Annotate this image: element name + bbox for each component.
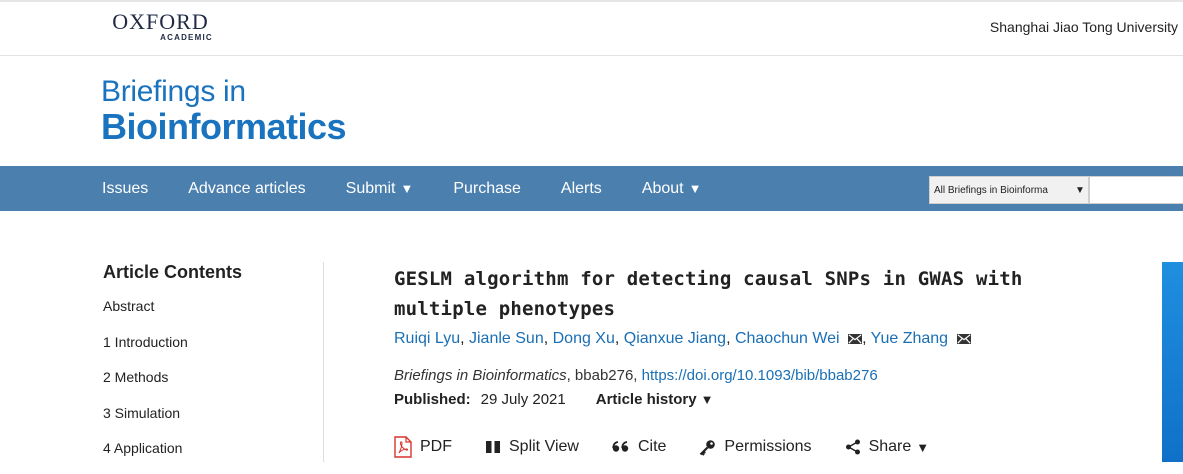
- split-view-button[interactable]: Split View: [485, 438, 579, 456]
- publisher-name: OXFORD: [112, 9, 209, 34]
- nav-items: Issues Advance articles Submit ▼ Purchas…: [102, 166, 742, 211]
- top-border: [0, 0, 1183, 2]
- pdf-button[interactable]: PDF: [394, 436, 452, 458]
- published-row: Published: 29 July 2021 Article history …: [394, 390, 1094, 410]
- split-view-icon: [486, 441, 500, 453]
- sidebar-heading: Article Contents: [103, 262, 243, 282]
- permissions-button[interactable]: Permissions: [699, 438, 812, 456]
- author-link[interactable]: Ruiqi Lyu: [394, 330, 460, 347]
- author-separator: ,: [543, 330, 553, 347]
- sidebar-divider: [323, 262, 324, 462]
- share-icon: [845, 439, 860, 455]
- article-tools: PDF Split View Cite Permissions Share ▼: [394, 436, 1094, 458]
- caret-down-icon: ▼: [400, 181, 414, 196]
- split-view-label: Split View: [509, 438, 579, 455]
- nav-item-label: Purchase: [453, 179, 521, 197]
- quote-icon: [612, 441, 629, 452]
- search-scope-select[interactable]: All Briefings in Bioinforma ▼: [929, 176, 1089, 204]
- article-header: GESLM algorithm for detecting causal SNP…: [394, 264, 1094, 458]
- share-button[interactable]: Share ▼: [845, 438, 930, 456]
- nav-item-advance-articles[interactable]: Advance articles: [188, 180, 305, 198]
- citation-article-id: , bbab276,: [566, 367, 642, 384]
- sidebar-item-application[interactable]: 4 Application: [103, 438, 323, 474]
- permissions-label: Permissions: [724, 438, 812, 455]
- cite-button[interactable]: Cite: [612, 438, 666, 456]
- nav-item-about[interactable]: About ▼: [642, 180, 702, 198]
- published-label: Published:: [394, 391, 471, 408]
- author-separator: ,: [726, 330, 735, 347]
- nav-item-alerts[interactable]: Alerts: [561, 180, 602, 198]
- search-scope-value: All Briefings in Bioinforma: [934, 184, 1048, 196]
- author-separator: ,: [862, 330, 871, 347]
- envelope-icon[interactable]: [848, 334, 863, 344]
- pdf-label: PDF: [420, 438, 452, 455]
- envelope-icon[interactable]: [956, 334, 971, 344]
- right-sidebar-ad-edge[interactable]: [1162, 262, 1183, 462]
- nav-item-label: Submit: [345, 179, 396, 197]
- search-input[interactable]: [1089, 176, 1183, 204]
- author-separator: ,: [614, 330, 624, 347]
- nav-item-label: Alerts: [560, 179, 602, 197]
- sidebar-item-abstract[interactable]: Abstract: [103, 296, 323, 332]
- author-link[interactable]: Qianxue Jiang: [624, 330, 726, 347]
- author-separator: ,: [460, 330, 469, 347]
- author-link[interactable]: Yue Zhang: [871, 330, 948, 347]
- key-icon: [700, 439, 716, 456]
- citation-journal: Briefings in Bioinformatics: [394, 367, 567, 384]
- pdf-icon: [394, 436, 412, 458]
- caret-down-icon: ▼: [1075, 184, 1085, 196]
- journal-logo-line2: Bioinformatics: [101, 106, 347, 147]
- cite-label: Cite: [637, 438, 667, 455]
- author-link[interactable]: Chaochun Wei: [735, 330, 840, 347]
- sidebar-item-methods[interactable]: 2 Methods: [103, 367, 323, 403]
- author-link[interactable]: Jianle Sun: [469, 330, 544, 347]
- nav-item-label: Advance articles: [188, 179, 306, 197]
- nav-item-label: About: [641, 179, 684, 197]
- sidebar-item-simulation[interactable]: 3 Simulation: [103, 403, 323, 439]
- nav-item-label: Issues: [102, 179, 149, 197]
- caret-down-icon: ▼: [700, 392, 714, 407]
- article-contents-sidebar: Article Contents Abstract 1 Introduction…: [103, 262, 323, 474]
- publisher-sub: ACADEMIC: [160, 33, 213, 42]
- oxford-academic-logo[interactable]: OXFORD ACADEMIC: [102, 11, 219, 43]
- nav-item-submit[interactable]: Submit ▼: [346, 180, 414, 198]
- doi-link[interactable]: https://doi.org/10.1093/bib/bbab276: [642, 367, 878, 384]
- caret-down-icon: ▼: [916, 439, 930, 455]
- article-history-label: Article history: [595, 391, 697, 408]
- share-label: Share: [868, 438, 912, 455]
- sidebar-item-introduction[interactable]: 1 Introduction: [103, 332, 323, 368]
- nav-item-issues[interactable]: Issues: [102, 180, 148, 198]
- institution-name[interactable]: Shanghai Jiao Tong University: [990, 19, 1178, 35]
- nav-item-purchase[interactable]: Purchase: [453, 180, 521, 198]
- journal-logo-line1: Briefings in: [101, 75, 246, 108]
- citation-line: Briefings in Bioinformatics, bbab276, ht…: [394, 366, 1094, 386]
- author-link[interactable]: Dong Xu: [553, 330, 615, 347]
- caret-down-icon: ▼: [688, 181, 702, 196]
- journal-logo[interactable]: Briefings in Bioinformatics: [101, 75, 347, 147]
- header-divider: [0, 55, 1183, 56]
- article-history-button[interactable]: Article history ▼: [596, 390, 714, 410]
- published-date: 29 July 2021: [480, 391, 566, 408]
- article-title: GESLM algorithm for detecting causal SNP…: [394, 268, 1023, 320]
- author-list: Ruiqi Lyu, Jianle Sun, Dong Xu, Qianxue …: [394, 328, 1094, 350]
